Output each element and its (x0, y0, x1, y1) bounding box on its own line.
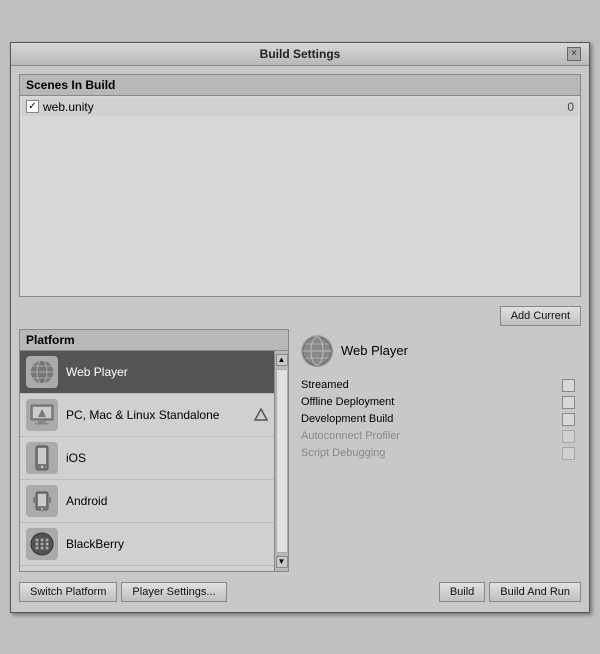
build-button[interactable]: Build (439, 582, 485, 602)
scroll-down-arrow[interactable]: ▼ (276, 556, 288, 568)
settings-title: Web Player (301, 335, 575, 367)
player-settings-button[interactable]: Player Settings... (121, 582, 226, 602)
blackberry-icon (26, 528, 58, 560)
streamed-checkbox[interactable] (562, 379, 575, 392)
web-player-icon (26, 356, 58, 388)
add-current-button[interactable]: Add Current (500, 306, 581, 326)
switch-platform-button[interactable]: Switch Platform (19, 582, 117, 602)
script-debugging-label: Script Debugging (301, 447, 556, 459)
platform-label-blackberry: BlackBerry (66, 537, 268, 551)
close-button[interactable]: × (567, 47, 581, 61)
offline-checkbox[interactable] (562, 396, 575, 409)
platform-label-web-player: Web Player (66, 365, 268, 379)
add-current-row: Add Current (19, 303, 581, 329)
bottom-section: Platform (19, 329, 581, 572)
settings-panel-title: Web Player (341, 343, 408, 358)
scenes-section: Scenes In Build ✓ web.unity 0 (19, 74, 581, 297)
autoconnect-label: Autoconnect Profiler (301, 430, 556, 442)
scenes-list: ✓ web.unity 0 (20, 96, 580, 296)
settings-globe-icon (301, 335, 333, 367)
pc-mac-linux-icon (26, 399, 58, 431)
platform-label-pc-mac: PC, Mac & Linux Standalone (66, 408, 246, 422)
development-checkbox[interactable] (562, 413, 575, 426)
settings-row-development: Development Build (301, 413, 575, 426)
footer: Switch Platform Player Settings... Build… (19, 578, 581, 604)
development-label: Development Build (301, 413, 556, 425)
scene-name: web.unity (43, 100, 567, 114)
platform-item-blackberry[interactable]: BlackBerry (20, 523, 274, 566)
platform-item-pc-mac-linux[interactable]: PC, Mac & Linux Standalone (20, 394, 274, 437)
platform-label-android: Android (66, 494, 268, 508)
window-title: Build Settings (33, 47, 567, 61)
title-bar: Build Settings × (11, 43, 589, 66)
build-and-run-button[interactable]: Build And Run (489, 582, 581, 602)
platform-header: Platform (20, 330, 288, 351)
footer-left: Switch Platform Player Settings... (19, 582, 227, 602)
platform-item-ios[interactable]: iOS (20, 437, 274, 480)
platform-list-container: Web Player (20, 351, 288, 571)
platform-panel: Platform (19, 329, 289, 572)
settings-row-autoconnect: Autoconnect Profiler (301, 430, 575, 443)
scene-index: 0 (567, 100, 574, 114)
settings-panel: Web Player Streamed Offline Deployment D… (295, 329, 581, 572)
scroll-thumb[interactable] (276, 369, 288, 553)
platform-item-flash[interactable]: f Flash Player (20, 566, 274, 571)
platform-item-web-player[interactable]: Web Player (20, 351, 274, 394)
platform-label-ios: iOS (66, 451, 268, 465)
scenes-header: Scenes In Build (20, 75, 580, 96)
offline-label: Offline Deployment (301, 396, 556, 408)
build-settings-window: Build Settings × Scenes In Build ✓ web.u… (10, 42, 590, 613)
scene-item[interactable]: ✓ web.unity 0 (22, 98, 578, 116)
unity-icon (254, 408, 268, 422)
settings-row-offline: Offline Deployment (301, 396, 575, 409)
scroll-up-arrow[interactable]: ▲ (276, 354, 288, 366)
platform-list: Web Player (20, 351, 274, 571)
settings-row-streamed: Streamed (301, 379, 575, 392)
platform-item-android[interactable]: Android (20, 480, 274, 523)
platform-scrollbar[interactable]: ▲ ▼ (274, 351, 288, 571)
autoconnect-checkbox (562, 430, 575, 443)
settings-row-script-debugging: Script Debugging (301, 447, 575, 460)
script-debugging-checkbox (562, 447, 575, 460)
android-icon (26, 485, 58, 517)
footer-right: Build Build And Run (439, 582, 581, 602)
ios-icon (26, 442, 58, 474)
scene-checkbox[interactable]: ✓ (26, 100, 39, 113)
streamed-label: Streamed (301, 379, 556, 391)
